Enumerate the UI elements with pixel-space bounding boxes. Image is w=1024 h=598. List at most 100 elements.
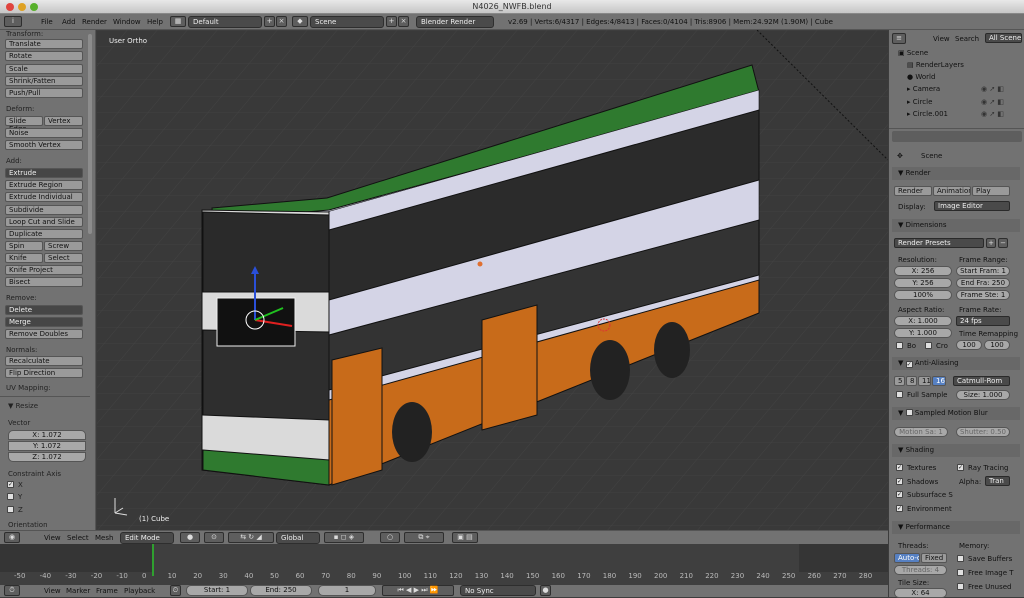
mesh-menu[interactable]: Mesh xyxy=(95,534,113,542)
delete-menu[interactable]: Delete xyxy=(5,305,83,315)
timeline-view-menu[interactable]: View xyxy=(44,587,61,595)
extrude-individual-button[interactable]: Extrude Individual xyxy=(5,192,83,202)
start-frame-timeline-field[interactable]: Start: 1 xyxy=(186,585,248,596)
save-buffers-checkbox[interactable] xyxy=(957,555,964,562)
snap-buttons[interactable]: ⧉ ⌖ xyxy=(404,532,444,543)
knife-project-button[interactable]: Knife Project xyxy=(5,265,83,275)
free-image-checkbox[interactable] xyxy=(957,569,964,576)
view-menu[interactable]: View xyxy=(44,534,61,542)
render-panel-header[interactable]: ▼ Render xyxy=(892,167,1020,180)
alpha-select[interactable]: Tran xyxy=(985,476,1010,486)
remove-preset-button[interactable]: − xyxy=(998,238,1008,248)
threads-auto-button[interactable]: Auto-det xyxy=(894,553,920,563)
end-frame-timeline-field[interactable]: End: 250 xyxy=(250,585,312,596)
menu-window[interactable]: Window xyxy=(113,18,141,26)
duplicate-button[interactable]: Duplicate xyxy=(5,229,83,239)
vector-x-field[interactable]: X: 1.072 xyxy=(8,430,86,440)
timeline-frame-menu[interactable]: Frame xyxy=(96,587,118,595)
playback-controls[interactable]: ⏮ ◀ ▶ ⏭ ⏩ xyxy=(382,585,454,596)
outliner-search-menu[interactable]: Search xyxy=(955,35,979,43)
frame-step-field[interactable]: Frame Ste: 1 xyxy=(956,290,1010,300)
loop-cut-button[interactable]: Loop Cut and Slide xyxy=(5,217,83,227)
frame-rate-select[interactable]: 24 fps xyxy=(956,316,1010,326)
timeline[interactable]: -50 -40 -30 -20 -10 0 10 20 30 40 50 60 70 80 90 100 110… xyxy=(0,544,888,585)
timeline-editor-icon[interactable]: ⏱ xyxy=(4,585,20,596)
constraint-y-checkbox[interactable] xyxy=(7,493,14,500)
scene-browse-icon[interactable]: ◆ xyxy=(292,16,308,27)
aa-samples-16[interactable]: 16 xyxy=(932,376,946,386)
aa-filter-select[interactable]: Catmull-Rom xyxy=(953,376,1010,386)
constraint-z-checkbox[interactable] xyxy=(7,506,14,513)
knife-select-button[interactable]: Select xyxy=(44,253,83,263)
start-frame-field[interactable]: Start Fram: 1 xyxy=(956,266,1010,276)
outliner-camera[interactable]: ▸ Camera xyxy=(907,85,940,93)
outliner-display-mode[interactable]: All Scenes xyxy=(985,33,1022,43)
slide-edge-button[interactable]: Slide Edge xyxy=(5,116,43,133)
current-frame-field[interactable]: 1 xyxy=(318,585,376,596)
delete-layout-button[interactable]: × xyxy=(276,16,287,27)
spin-button[interactable]: Spin xyxy=(5,241,43,251)
dimensions-panel-header[interactable]: ▼ Dimensions xyxy=(892,219,1020,232)
render-engine-select[interactable]: Blender Render xyxy=(416,16,494,28)
visibility-eye-icon[interactable]: ◉ ➚ ◧ xyxy=(981,85,1004,93)
motion-blur-panel-header[interactable]: ▼ Sampled Motion Blur xyxy=(892,407,1020,420)
anti-aliasing-panel-header[interactable]: ▼ ✓ Anti-Aliasing xyxy=(892,357,1020,370)
layout-browse-icon[interactable]: ▦ xyxy=(170,16,186,27)
add-preset-button[interactable]: + xyxy=(986,238,996,248)
resolution-x-field[interactable]: X: 256 xyxy=(894,266,952,276)
outliner-circle[interactable]: ▸ Circle xyxy=(907,98,932,106)
layout-field[interactable]: Default xyxy=(188,16,262,28)
constraint-x-checkbox[interactable]: ✓ xyxy=(7,481,14,488)
smooth-vertex-button[interactable]: Smooth Vertex xyxy=(5,140,83,150)
render-button[interactable]: Render xyxy=(894,186,932,196)
translate-button[interactable]: Translate xyxy=(5,39,83,49)
add-layout-button[interactable]: + xyxy=(264,16,275,27)
render-presets-menu[interactable]: Render Presets xyxy=(894,238,984,248)
3d-viewport[interactable]: User Ortho (1) Cube xyxy=(97,30,888,530)
resize-header[interactable]: ▼ Resize xyxy=(8,402,38,410)
select-mode-buttons[interactable]: ▪ ◻ ◈ xyxy=(324,532,364,543)
extrude-region-button[interactable]: Extrude Region xyxy=(5,180,83,190)
current-frame-indicator[interactable] xyxy=(152,544,154,576)
select-menu[interactable]: Select xyxy=(67,534,89,542)
outliner-editor-icon[interactable]: ≡ xyxy=(892,33,906,44)
environment-checkbox[interactable]: ✓ xyxy=(896,505,903,512)
animation-button[interactable]: Animation xyxy=(933,186,971,196)
performance-panel-header[interactable]: ▼ Performance xyxy=(892,521,1020,534)
motion-samples-field[interactable]: Motion Sa: 1 xyxy=(894,427,948,437)
motion-blur-checkbox[interactable] xyxy=(905,409,913,416)
shading-panel-header[interactable]: ▼ Shading xyxy=(892,444,1020,457)
shutter-field[interactable]: Shutter: 0.50 xyxy=(956,427,1010,437)
textures-checkbox[interactable]: ✓ xyxy=(896,464,903,471)
menu-file[interactable]: File xyxy=(41,18,53,26)
play-button[interactable]: Play xyxy=(972,186,1010,196)
vertex-button[interactable]: Vertex xyxy=(44,116,83,126)
anti-aliasing-checkbox[interactable]: ✓ xyxy=(905,361,913,368)
flip-direction-button[interactable]: Flip Direction xyxy=(5,368,83,378)
add-scene-button[interactable]: + xyxy=(386,16,397,27)
aa-samples-11[interactable]: 11 xyxy=(918,376,931,386)
screw-button[interactable]: Screw xyxy=(44,241,83,251)
properties-context-tabs[interactable] xyxy=(892,131,1022,142)
timeline-playback-menu[interactable]: Playback xyxy=(124,587,155,595)
threads-fixed-button[interactable]: Fixed xyxy=(921,553,947,563)
menu-help[interactable]: Help xyxy=(147,18,163,26)
scale-button[interactable]: Scale xyxy=(5,64,83,74)
sync-mode-select[interactable]: No Sync xyxy=(460,585,536,596)
noise-button[interactable]: Noise xyxy=(5,128,83,138)
free-unused-checkbox[interactable] xyxy=(957,583,964,590)
timeline-marker-menu[interactable]: Marker xyxy=(66,587,90,595)
outliner-view-menu[interactable]: View xyxy=(933,35,950,43)
menu-render[interactable]: Render xyxy=(82,18,107,26)
opengl-render-buttons[interactable]: ▣ ▤ xyxy=(452,532,478,543)
pivot-point-select[interactable]: ⊙ xyxy=(204,532,224,543)
outliner-renderlayers[interactable]: ▤ RenderLayers xyxy=(907,61,964,69)
editor-type-icon[interactable]: i xyxy=(4,16,22,27)
scene-field[interactable]: Scene xyxy=(310,16,384,28)
crop-checkbox[interactable] xyxy=(925,342,932,349)
aa-size-field[interactable]: Size: 1.000 xyxy=(956,390,1010,400)
outliner-circle-001[interactable]: ▸ Circle.001 xyxy=(907,110,948,118)
menu-add[interactable]: Add xyxy=(62,18,76,26)
subsurface-checkbox[interactable]: ✓ xyxy=(896,491,903,498)
rotate-button[interactable]: Rotate xyxy=(5,51,83,61)
